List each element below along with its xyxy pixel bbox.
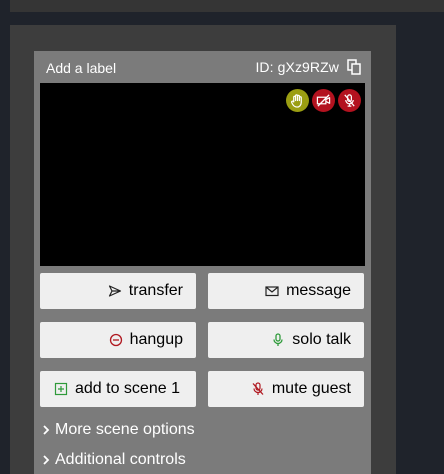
mute-guest-label: mute guest [271, 380, 351, 397]
hangup-icon [109, 333, 123, 347]
chevron-right-icon [41, 454, 51, 466]
card-header: Add a label ID: gXz9RZw [34, 51, 371, 83]
mic-off-icon[interactable] [338, 89, 361, 112]
top-bar [10, 0, 444, 12]
transfer-button[interactable]: transfer [40, 273, 196, 309]
raised-hand-icon[interactable] [286, 89, 309, 112]
envelope-icon [265, 284, 279, 298]
additional-controls-label: Additional controls [55, 451, 186, 468]
additional-controls-toggle[interactable]: Additional controls [41, 451, 186, 469]
plus-square-icon [54, 382, 68, 396]
mute-guest-button[interactable]: mute guest [208, 371, 364, 407]
message-label: message [286, 282, 351, 299]
video-preview [40, 83, 365, 266]
send-icon [108, 284, 122, 298]
camera-off-icon[interactable] [312, 89, 335, 112]
mic-off-icon [251, 382, 265, 396]
hangup-label: hangup [129, 331, 183, 348]
chevron-right-icon [41, 424, 51, 436]
solo-talk-button[interactable]: solo talk [208, 322, 364, 358]
hangup-button[interactable]: hangup [40, 322, 196, 358]
transfer-label: transfer [128, 282, 183, 299]
guest-id-text: ID: gXz9RZw [255, 59, 339, 75]
copy-icon[interactable] [347, 59, 361, 75]
more-scene-options-label: More scene options [55, 421, 195, 438]
microphone-icon [271, 333, 285, 347]
solo-talk-label: solo talk [292, 331, 351, 348]
add-to-scene-label: add to scene 1 [75, 380, 180, 397]
guest-id-group: ID: gXz9RZw [255, 59, 361, 75]
status-badges [286, 89, 361, 112]
add-label-link[interactable]: Add a label [46, 60, 116, 76]
more-scene-options-toggle[interactable]: More scene options [41, 421, 195, 439]
message-button[interactable]: message [208, 273, 364, 309]
guest-card: Add a label ID: gXz9RZw transfer message… [34, 51, 371, 474]
add-to-scene-button[interactable]: add to scene 1 [40, 371, 196, 407]
